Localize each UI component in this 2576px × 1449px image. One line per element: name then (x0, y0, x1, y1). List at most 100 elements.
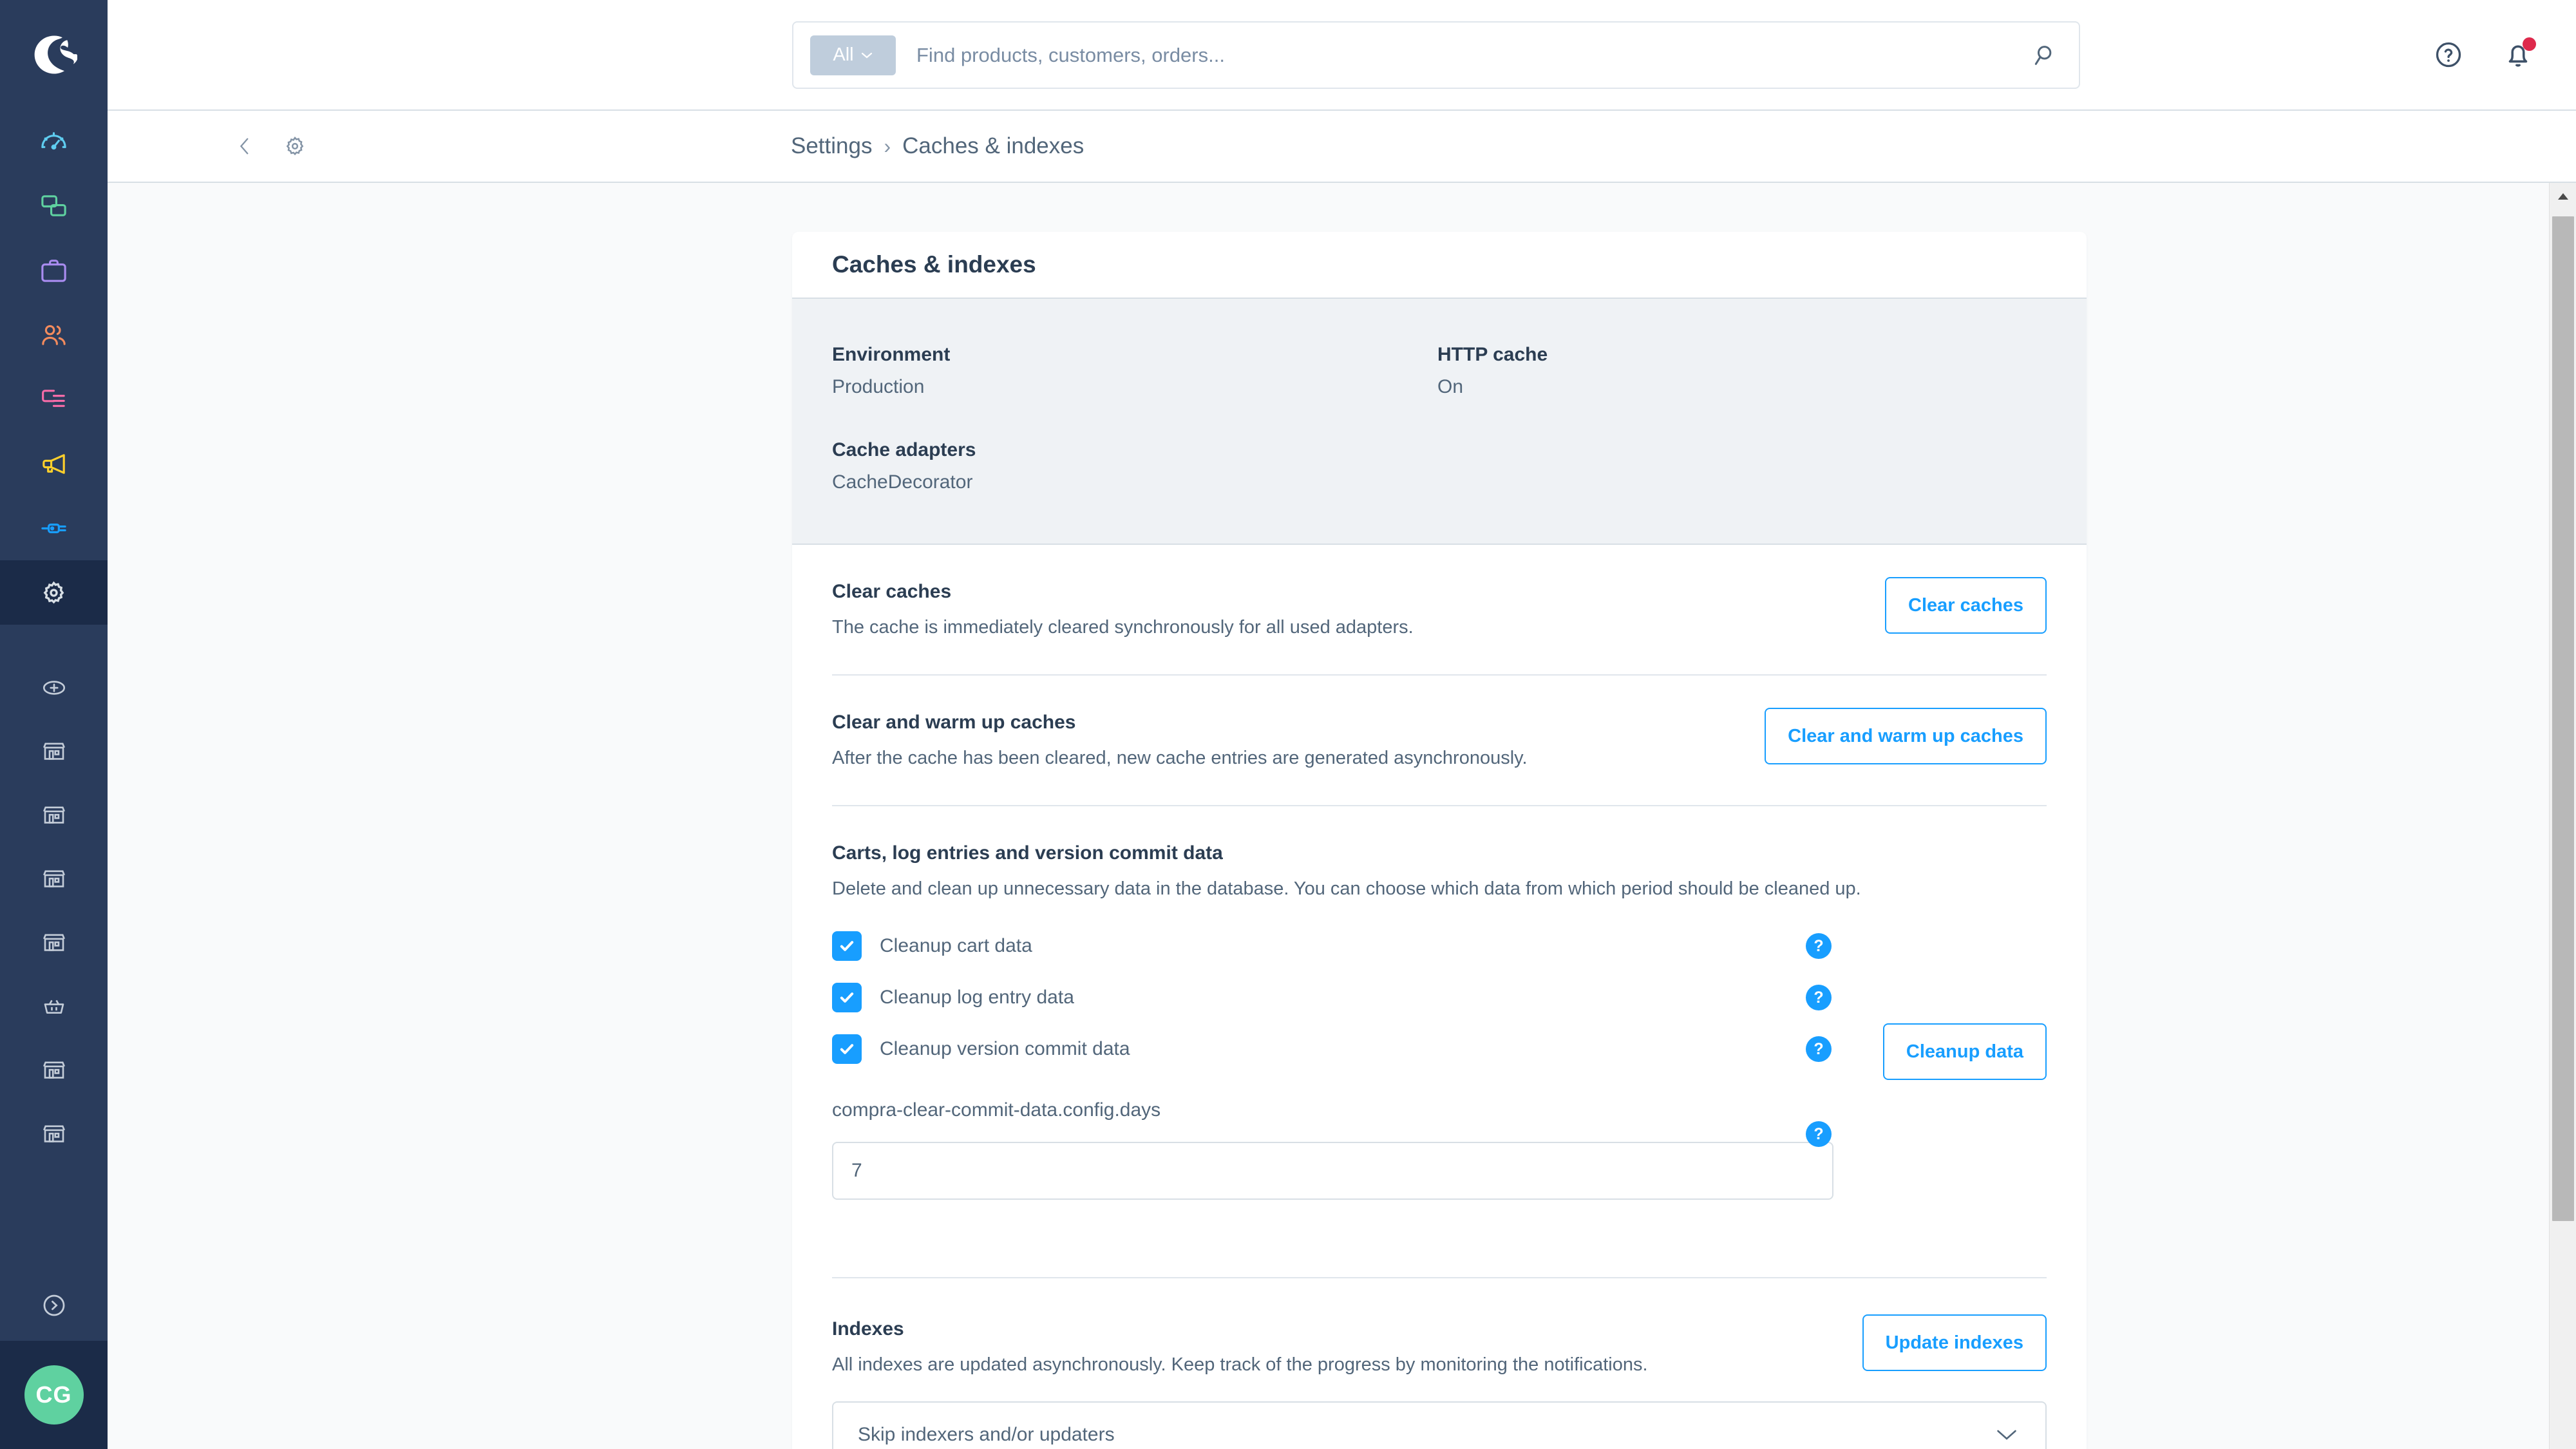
cleanup-log-entry-data-checkbox[interactable] (832, 983, 862, 1012)
user-menu[interactable]: CG (0, 1341, 108, 1449)
settings-module-button[interactable] (280, 131, 310, 161)
help-icon[interactable]: ? (1806, 1036, 1832, 1062)
sidebar-item-marketing[interactable] (0, 431, 108, 496)
help-icon[interactable]: ? (1806, 1121, 1832, 1147)
sidebar-item-catalogues[interactable] (0, 174, 108, 238)
cleanup-version-commit-data-label: Cleanup version commit data (880, 1038, 1130, 1059)
search-input[interactable] (916, 43, 2008, 67)
vertical-scrollbar[interactable] (2549, 183, 2576, 1449)
update-indexes-button[interactable]: Update indexes (1862, 1314, 2047, 1371)
sidebar-item-sales-channel-3[interactable] (0, 847, 108, 911)
circle-chevron-right-icon (43, 1294, 64, 1316)
cleanup-data-button[interactable]: Cleanup data (1882, 1023, 2047, 1080)
sidebar-item-sales-channel-1[interactable] (0, 719, 108, 783)
sidebar-item-dashboard[interactable] (0, 109, 108, 174)
clear-and-warm-up-caches-button[interactable]: Clear and warm up caches (1765, 708, 2047, 764)
commit-days-label-row: compra-clear-commit-data.config.days ? (832, 1099, 2047, 1147)
skip-indexers-select[interactable]: Skip indexers and/or updaters (832, 1401, 2047, 1449)
storefront-icon (43, 1061, 65, 1079)
help-icon[interactable]: ? (1806, 985, 1832, 1010)
megaphone-icon (43, 453, 65, 474)
sidebar-item-sales-channel-2[interactable] (0, 783, 108, 847)
sidebar-item-content[interactable] (0, 367, 108, 431)
search-icon (2034, 45, 2052, 65)
brand-logo[interactable] (0, 0, 108, 109)
sidebar-item-customers[interactable] (0, 303, 108, 367)
actions-section: Clear caches The cache is immediately cl… (792, 545, 2087, 1449)
search-submit-button[interactable] (2008, 21, 2079, 89)
avatar: CG (24, 1365, 84, 1425)
breadcrumb: Settings › Caches & indexes (791, 133, 1084, 159)
notifications-button[interactable] (2500, 37, 2536, 73)
expand-sidebar-button[interactable] (0, 1270, 108, 1341)
commit-days-label: compra-clear-commit-data.config.days (832, 1099, 1161, 1121)
clear-caches-button[interactable]: Clear caches (1885, 577, 2047, 634)
search-scope-label: All (833, 44, 854, 65)
sidebar-item-sales-channel-4[interactable] (0, 911, 108, 974)
main-sidebar: CG (0, 0, 108, 1449)
basket-icon (44, 999, 64, 1014)
cleanup-checkbox-list: Cleanup cart data ? Cleanup log entry da… (832, 931, 2047, 1200)
chevron-down-icon (1995, 1428, 2018, 1442)
briefcase-icon (41, 259, 66, 282)
info-empty-cell (1437, 439, 2047, 493)
cleanup-log-entry-data-label: Cleanup log entry data (880, 987, 1074, 1008)
chevron-down-icon (861, 52, 872, 59)
checkbox-row-version-commit-data: Cleanup version commit data ? (832, 1034, 2047, 1065)
storefront-icon (43, 742, 65, 760)
cleanup-cart-data-checkbox[interactable] (832, 931, 862, 961)
sales-channel-navigation (0, 656, 108, 1166)
gear-icon (43, 581, 64, 603)
sidebar-item-sales-channel-5[interactable] (0, 974, 108, 1038)
storefront-icon (43, 933, 65, 951)
notification-badge (2523, 37, 2536, 51)
global-search: All (792, 21, 2080, 89)
help-icon[interactable]: ? (1806, 933, 1832, 959)
http-cache-label: HTTP cache (1437, 344, 1548, 365)
content-area: Caches & indexes Environment Production … (108, 183, 2576, 1449)
http-cache-field: HTTP cache On (1437, 344, 2047, 398)
question-circle-icon (2436, 42, 2461, 68)
circle-plus-icon (43, 680, 65, 695)
scroll-up-button[interactable] (2550, 183, 2576, 210)
breadcrumb-current: Caches & indexes (902, 133, 1084, 158)
sidebar-item-settings[interactable] (0, 560, 108, 625)
card-header: Caches & indexes (792, 232, 2087, 299)
scrollbar-thumb[interactable] (2552, 216, 2574, 1221)
sidebar-item-add-sales-channel[interactable] (0, 656, 108, 719)
back-button[interactable] (230, 131, 260, 161)
skip-indexers-placeholder: Skip indexers and/or updaters (858, 1424, 1115, 1445)
primary-navigation (0, 109, 108, 625)
search-scope-selector[interactable]: All (810, 35, 896, 75)
storefront-icon (43, 869, 65, 887)
clear-caches-description: The cache is immediately cleared synchro… (832, 617, 1414, 638)
environment-label: Environment (832, 344, 951, 365)
topbar-actions (2430, 0, 2536, 109)
cleanup-description: Delete and clean up unnecessary data in … (832, 878, 1861, 899)
check-icon (840, 941, 854, 951)
environment-info-block: Environment Production HTTP cache On Cac… (792, 299, 2087, 545)
commit-days-input[interactable] (832, 1142, 1833, 1200)
sidebar-item-sales-channel-7[interactable] (0, 1102, 108, 1166)
admin-app: CG All Find products, customers, orders.… (0, 0, 2576, 1449)
topbar: All (108, 0, 2576, 109)
cleanup-version-commit-data-checkbox[interactable] (832, 1034, 862, 1064)
shopware-logo-icon (34, 35, 77, 74)
sidebar-divider (0, 625, 108, 656)
indexes-row: Indexes All indexes are updated asynchro… (832, 1277, 2047, 1449)
sidebar-item-sales-channel-6[interactable] (0, 1038, 108, 1102)
main-column: All Find products, customers, orders... … (108, 0, 2576, 1449)
chevron-down-glyph (1997, 1430, 2016, 1440)
help-button[interactable] (2430, 37, 2467, 73)
breadcrumb-separator: › (884, 134, 891, 158)
caches-indexes-card: Caches & indexes Environment Production … (792, 232, 2087, 1449)
sidebar-item-orders[interactable] (0, 238, 108, 303)
page-title: Caches & indexes (832, 251, 1036, 278)
breadcrumb-parent[interactable]: Settings (791, 133, 872, 159)
gear-icon (286, 137, 304, 156)
sidebar-item-extensions[interactable] (0, 496, 108, 560)
chevron-left-icon (240, 138, 249, 155)
speedometer-icon (41, 131, 66, 149)
caret-up-icon (2557, 193, 2568, 200)
